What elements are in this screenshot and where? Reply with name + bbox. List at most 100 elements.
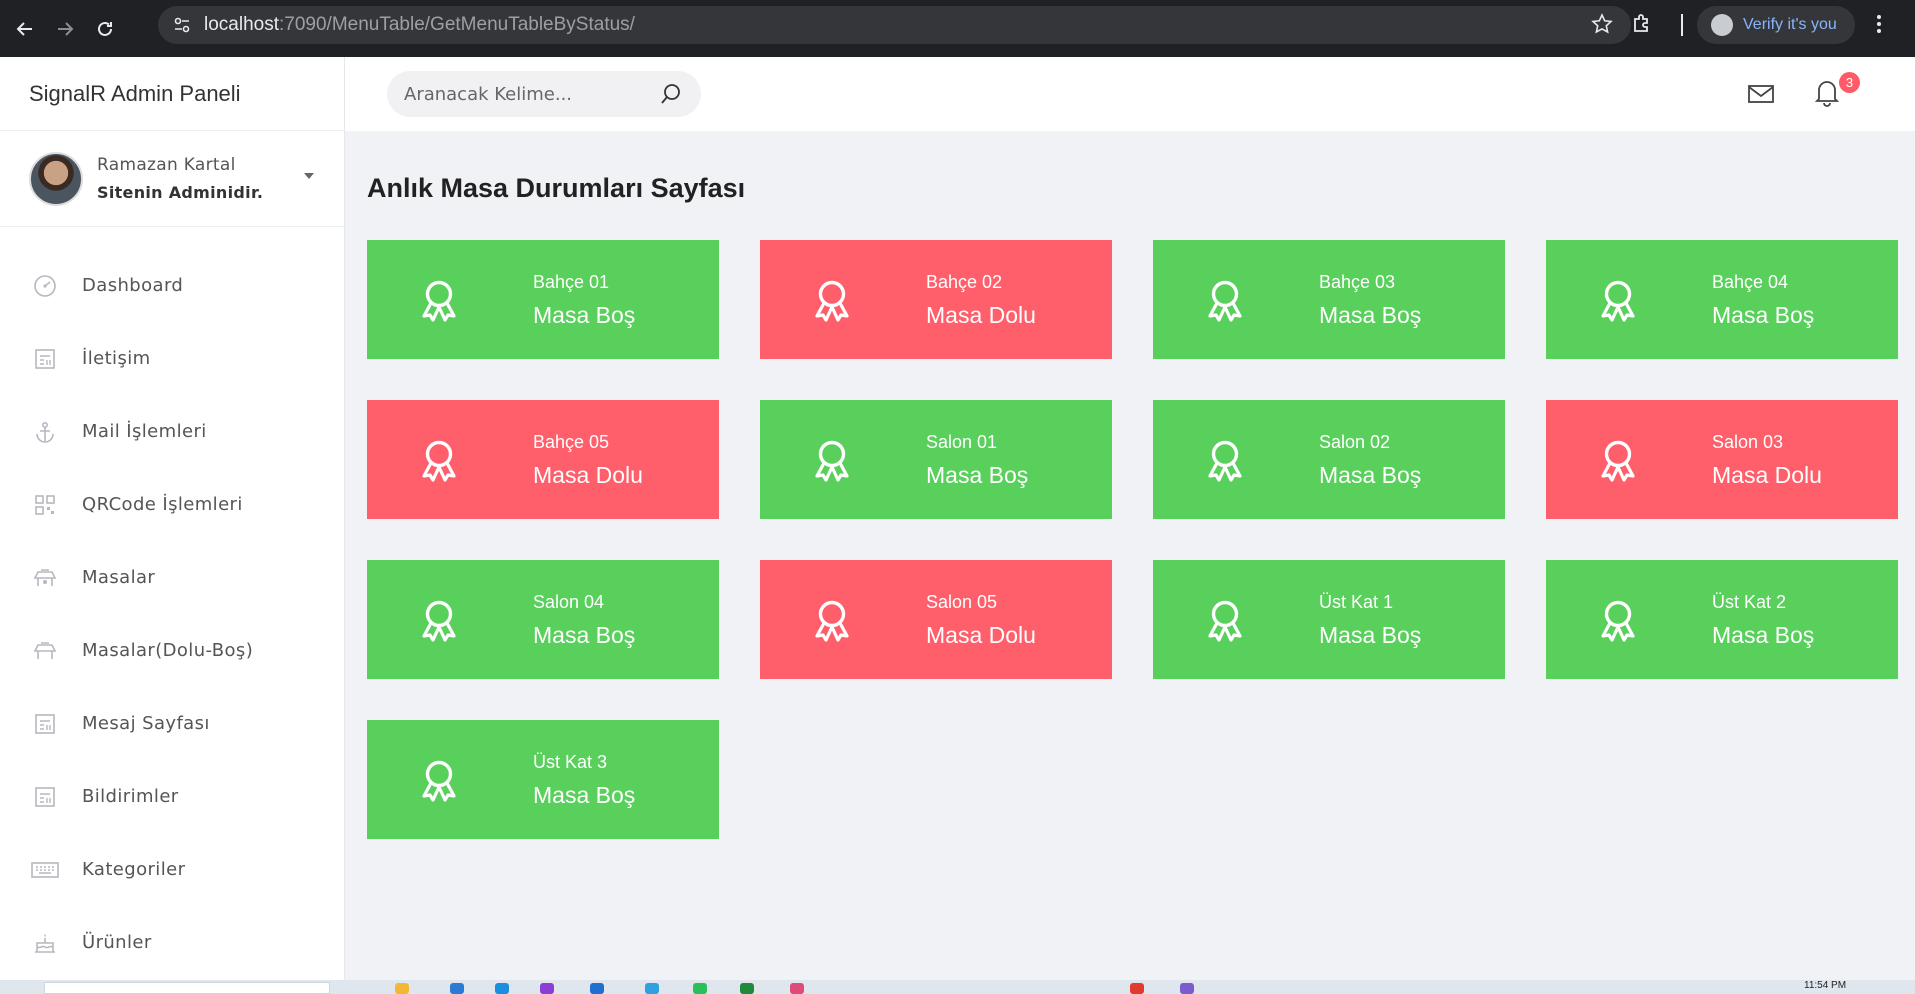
table-name: Salon 01 [926, 432, 998, 452]
search-box [387, 71, 701, 117]
table-name: Salon 05 [926, 592, 998, 612]
sidebar-item-masalar[interactable]: Masalar [0, 541, 344, 614]
app-icon[interactable] [1180, 983, 1194, 994]
chevron-down-icon[interactable] [304, 173, 314, 179]
sidebar-item-label: Bildirimler [82, 786, 179, 807]
table-status: Masa Dolu [533, 462, 643, 488]
bookmark-star-icon[interactable] [1591, 13, 1613, 39]
table-name: Bahçe 02 [926, 272, 1003, 292]
search-input[interactable] [404, 83, 644, 105]
table-card[interactable]: Bahçe 04 Masa Boş [1546, 240, 1898, 359]
address-bar[interactable]: localhost:7090/MenuTable/GetMenuTableByS… [158, 6, 1631, 44]
notification-badge: 3 [1839, 72, 1860, 93]
sidebar-item-mesaj[interactable]: Mesaj Sayfası [0, 687, 344, 760]
table-status: Masa Boş [533, 302, 636, 328]
app-icon[interactable] [790, 983, 804, 994]
app-icon[interactable] [693, 983, 707, 994]
table-card[interactable]: Bahçe 03 Masa Boş [1153, 240, 1505, 359]
award-icon [1601, 600, 1635, 642]
mail-icon[interactable] [1747, 83, 1775, 109]
table-status: Masa Boş [1712, 302, 1815, 328]
table-card[interactable]: Üst Kat 3 Masa Boş [367, 720, 719, 839]
award-icon [815, 280, 849, 322]
table-card[interactable]: Bahçe 01 Masa Boş [367, 240, 719, 359]
award-icon [1601, 280, 1635, 322]
bell-icon[interactable] [1814, 77, 1840, 111]
keyboard-icon [30, 855, 60, 885]
table-card[interactable]: Bahçe 05 Masa Dolu [367, 400, 719, 519]
url-host: localhost [204, 14, 279, 35]
award-icon [1208, 600, 1242, 642]
table-status: Masa Boş [926, 462, 1029, 488]
award-icon [422, 280, 456, 322]
table-icon [30, 636, 60, 666]
sidebar-item-bildirimler[interactable]: Bildirimler [0, 760, 344, 833]
table-status: Masa Boş [1319, 462, 1422, 488]
sidebar-item-label: Mail İşlemleri [82, 421, 207, 442]
app-icon[interactable] [495, 983, 509, 994]
reload-icon[interactable] [90, 14, 120, 44]
profile-button[interactable]: Verify it's you [1697, 6, 1855, 44]
table-status: Masa Boş [1319, 302, 1422, 328]
sidebar-item-dashboard[interactable]: Dashboard [0, 249, 344, 322]
search-icon[interactable] [659, 82, 683, 110]
table-card[interactable]: Üst Kat 1 Masa Boş [1153, 560, 1505, 679]
brand-title[interactable]: SignalR Admin Paneli [0, 57, 344, 131]
extensions-icon[interactable] [1630, 12, 1654, 40]
table-status-grid: Bahçe 01 Masa Boş Bahçe 02 Masa Dolu Bah… [367, 240, 1898, 839]
award-icon [1208, 280, 1242, 322]
app-icon[interactable] [540, 983, 554, 994]
table-status: Masa Dolu [926, 622, 1036, 648]
award-icon [1208, 440, 1242, 482]
sidebar-item-urunler[interactable]: Ürünler [0, 906, 344, 979]
user-profile[interactable]: Ramazan Kartal Sitenin Adminidir. [0, 131, 344, 227]
app-icon[interactable] [450, 983, 464, 994]
site-info-icon[interactable] [168, 11, 196, 39]
taskbar-search[interactable] [44, 982, 330, 994]
sidebar-item-label: İletişim [82, 348, 151, 369]
sidebar-item-mail[interactable]: Mail İşlemleri [0, 395, 344, 468]
page-title: Anlık Masa Durumları Sayfası [367, 173, 746, 203]
table-card[interactable]: Salon 03 Masa Dolu [1546, 400, 1898, 519]
table-card[interactable]: Salon 05 Masa Dolu [760, 560, 1112, 679]
award-icon [815, 440, 849, 482]
table-name: Bahçe 04 [1712, 272, 1789, 292]
chrome-icon[interactable] [1130, 983, 1144, 994]
form-icon [30, 344, 60, 374]
table-card[interactable]: Üst Kat 2 Masa Boş [1546, 560, 1898, 679]
topbar: 3 [345, 57, 1915, 131]
table-card[interactable]: Salon 04 Masa Boş [367, 560, 719, 679]
app-icon[interactable] [590, 983, 604, 994]
table-status: Masa Dolu [926, 302, 1036, 328]
app-icon[interactable] [645, 983, 659, 994]
table-name: Salon 04 [533, 592, 605, 612]
sidebar-item-kategoriler[interactable]: Kategoriler [0, 833, 344, 906]
award-icon [422, 440, 456, 482]
toolbar-divider [1681, 14, 1683, 36]
table-name: Bahçe 03 [1319, 272, 1396, 292]
table-card[interactable]: Bahçe 02 Masa Dolu [760, 240, 1112, 359]
profile-avatar [1711, 14, 1733, 36]
table-card[interactable]: Salon 02 Masa Boş [1153, 400, 1505, 519]
table-status: Masa Boş [1712, 622, 1815, 648]
profile-label: Verify it's you [1743, 16, 1837, 33]
table-status: Masa Boş [1319, 622, 1422, 648]
cake-icon [30, 928, 60, 958]
table-name: Salon 03 [1712, 432, 1784, 452]
sidebar-item-label: Kategoriler [82, 859, 186, 880]
app-icon[interactable] [740, 983, 754, 994]
user-name: Ramazan Kartal [97, 155, 236, 175]
taskbar-clock: 11:54 PM [1804, 980, 1847, 991]
table-card[interactable]: Salon 01 Masa Boş [760, 400, 1112, 519]
table-icon [30, 563, 60, 593]
sidebar-item-qrcode[interactable]: QRCode İşlemleri [0, 468, 344, 541]
sidebar-item-masalar-durum[interactable]: Masalar(Dolu-Boş) [0, 614, 344, 687]
form-icon [30, 709, 60, 739]
file-explorer-icon[interactable] [395, 983, 409, 994]
sidebar-item-iletisim[interactable]: İletişim [0, 322, 344, 395]
back-icon[interactable] [10, 14, 40, 44]
table-status: Masa Boş [533, 622, 636, 648]
forward-icon[interactable] [50, 14, 80, 44]
browser-menu-icon[interactable] [1875, 12, 1883, 40]
award-icon [1601, 440, 1635, 482]
